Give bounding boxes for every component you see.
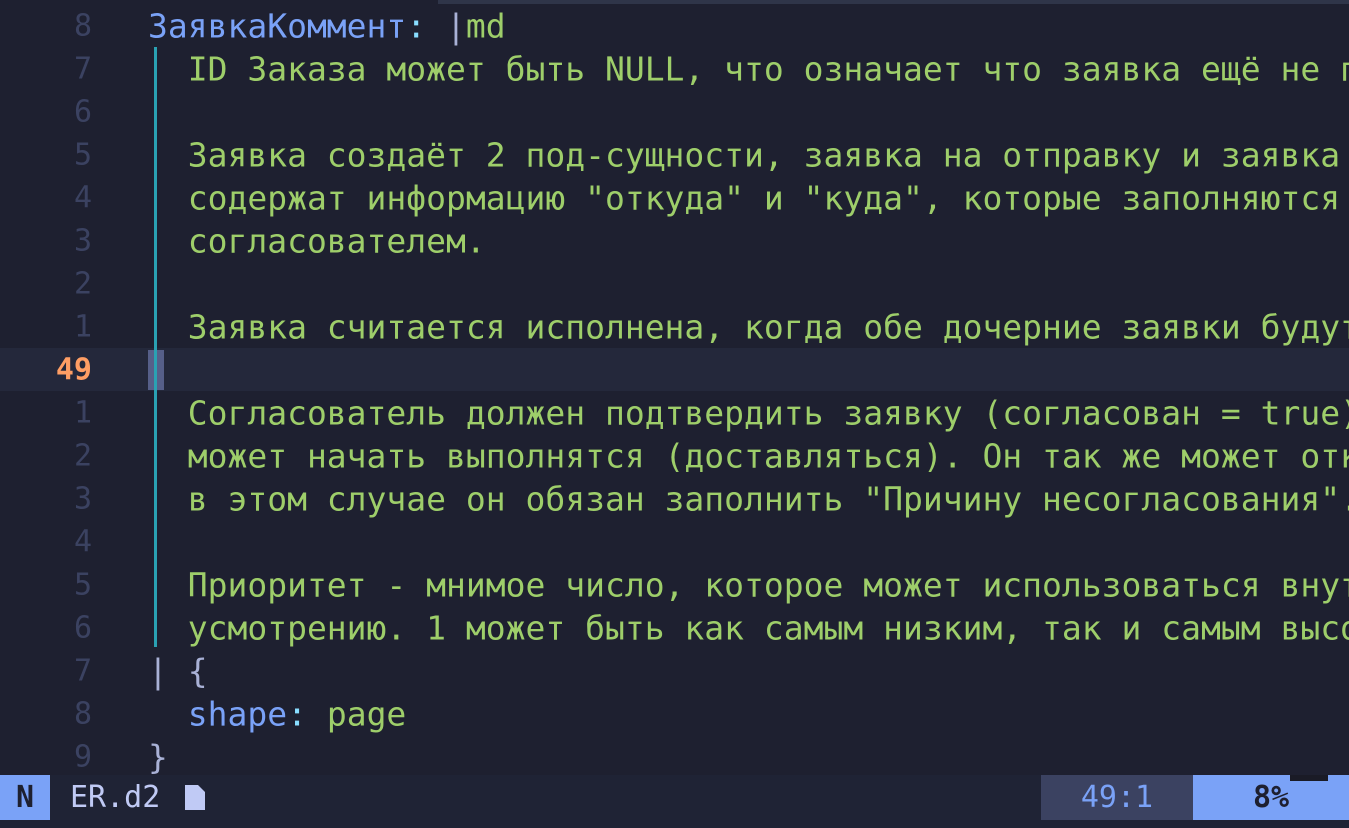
line-number: 7 bbox=[73, 51, 92, 86]
line-number: 2 bbox=[73, 266, 92, 301]
token: Согласователь должен подтвердить заявку … bbox=[148, 393, 1349, 432]
line-number: 6 bbox=[73, 94, 92, 129]
code-line[interactable]: 8 ЗаявкаКоммент: |md bbox=[0, 4, 1349, 47]
line-number: 4 bbox=[73, 524, 92, 559]
code-line[interactable]: 2 может начать выполнятся (доставляться)… bbox=[0, 434, 1349, 477]
line-content: в этом случае он обязан заполнить "Причи… bbox=[148, 477, 1349, 520]
line-number: 4 bbox=[73, 180, 92, 215]
token: согласователем. bbox=[148, 221, 486, 260]
file-name: ER.d2 bbox=[70, 780, 161, 815]
code-line[interactable]: 3 в этом случае он обязан заполнить "При… bbox=[0, 477, 1349, 520]
line-number: 3 bbox=[73, 223, 92, 258]
token: может начать выполнятся (доставляться). … bbox=[148, 436, 1349, 475]
line-number: 8 bbox=[73, 696, 92, 731]
line-content: может начать выполнятся (доставляться). … bbox=[148, 434, 1349, 477]
status-bar: N ER.d2 49:1 8% bbox=[0, 775, 1349, 828]
token: ЗаявкаКоммент bbox=[148, 6, 407, 45]
token: Приоритет - мнимое число, которое может … bbox=[148, 565, 1349, 604]
line-number: 5 bbox=[73, 137, 92, 172]
line-number: 1 bbox=[73, 309, 92, 344]
code-line[interactable]: 5 Приоритет - мнимое число, которое може… bbox=[0, 563, 1349, 606]
editor-pane[interactable]: 8 ЗаявкаКоммент: |md 7 ID Заказа может быт… bbox=[0, 0, 1349, 775]
code-line[interactable]: 9} bbox=[0, 735, 1349, 775]
line-content: Заявка считается исполнена, когда обе до… bbox=[148, 305, 1349, 348]
line-content: Согласователь должен подтвердить заявку … bbox=[148, 391, 1349, 434]
cursor-position: 49:1 bbox=[1041, 775, 1193, 820]
line-content: ID Заказа может быть NULL, что означает … bbox=[148, 47, 1349, 90]
line-number: 1 bbox=[73, 395, 92, 430]
token: Заявка создаёт 2 под-сущности, заявка на… bbox=[148, 135, 1349, 174]
line-content: ЗаявкаКоммент: |md bbox=[148, 4, 506, 47]
line-number: 5 bbox=[73, 567, 92, 602]
line-content: согласователем. bbox=[148, 219, 486, 262]
code-line[interactable]: 4 bbox=[0, 520, 1349, 563]
line-content: | { bbox=[148, 649, 208, 692]
line-content: Приоритет - мнимое число, которое может … bbox=[148, 563, 1349, 606]
line-content: усмотрению. 1 может быть как самым низки… bbox=[148, 606, 1349, 649]
code-line[interactable]: 4 содержат информацию "откуда" и "куда",… bbox=[0, 176, 1349, 219]
code-line[interactable]: 6 усмотрению. 1 может быть как самым низ… bbox=[0, 606, 1349, 649]
line-content: содержат информацию "откуда" и "куда", к… bbox=[148, 176, 1349, 219]
line-number: 2 bbox=[73, 438, 92, 473]
scroll-thumb[interactable] bbox=[1290, 775, 1328, 781]
line-number: 9 bbox=[73, 739, 92, 774]
line-number: 7 bbox=[73, 653, 92, 688]
code-line-current[interactable]: 49 bbox=[0, 348, 1349, 391]
token: shape bbox=[148, 694, 288, 733]
code-line[interactable]: 1 Заявка считается исполнена, когда обе … bbox=[0, 305, 1349, 348]
token: содержат информацию "откуда" и "куда", к… bbox=[148, 178, 1349, 217]
token: md bbox=[465, 6, 506, 45]
line-number: 6 bbox=[73, 610, 92, 645]
token: } bbox=[148, 737, 168, 775]
mode-indicator: N bbox=[0, 775, 50, 820]
code-line[interactable]: 7 | { bbox=[0, 649, 1349, 692]
code-line[interactable]: 5 Заявка создаёт 2 под-сущности, заявка … bbox=[0, 133, 1349, 176]
token: | { bbox=[148, 651, 208, 690]
file-icon bbox=[185, 785, 205, 810]
token: в этом случае он обязан заполнить "Причи… bbox=[148, 479, 1349, 518]
token: Заявка считается исполнена, когда обе до… bbox=[148, 307, 1349, 346]
token: | bbox=[446, 6, 466, 45]
token: : bbox=[406, 6, 447, 45]
token: усмотрению. 1 может быть как самым низки… bbox=[148, 608, 1349, 647]
indent-guide bbox=[154, 47, 157, 647]
scroll-percent: 8% bbox=[1193, 775, 1349, 820]
line-number: 49 bbox=[55, 352, 92, 387]
code-line[interactable]: 3 согласователем. bbox=[0, 219, 1349, 262]
code-line[interactable]: 1 Согласователь должен подтвердить заявк… bbox=[0, 391, 1349, 434]
line-number: 3 bbox=[73, 481, 92, 516]
token: ID Заказа может быть NULL, что означает … bbox=[148, 49, 1349, 88]
code-line[interactable]: 8 shape: page bbox=[0, 692, 1349, 735]
line-content: shape: page bbox=[148, 692, 407, 735]
token: : bbox=[287, 694, 327, 733]
code-line[interactable]: 7 ID Заказа может быть NULL, что означае… bbox=[0, 47, 1349, 90]
line-content: } bbox=[148, 735, 168, 775]
line-content: Заявка создаёт 2 под-сущности, заявка на… bbox=[148, 133, 1349, 176]
token: page bbox=[326, 694, 407, 733]
code-line[interactable]: 6 bbox=[0, 90, 1349, 133]
code-line[interactable]: 2 bbox=[0, 262, 1349, 305]
line-number: 8 bbox=[73, 8, 92, 43]
